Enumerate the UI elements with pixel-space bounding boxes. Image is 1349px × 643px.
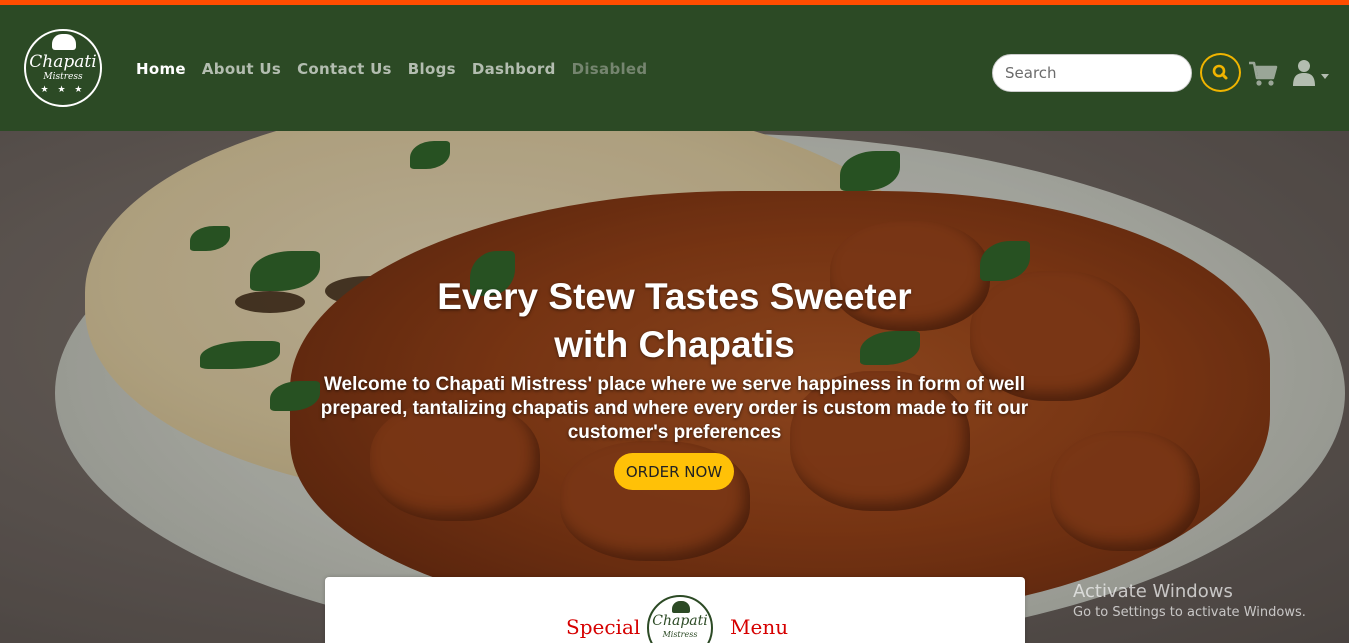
- hero-title-line-1: Every Stew Tastes Sweeter: [437, 276, 912, 317]
- nav-home[interactable]: Home: [136, 60, 186, 78]
- nav-blogs[interactable]: Blogs: [408, 60, 456, 78]
- special-logo-brand: Chapati: [652, 613, 708, 629]
- nav-about-us[interactable]: About Us: [202, 60, 281, 78]
- chef-hat-icon: [672, 601, 690, 613]
- special-menu-logo: Chapati Mistress: [647, 595, 713, 643]
- activate-windows-watermark: Activate Windows Go to Settings to activ…: [1073, 581, 1306, 620]
- nav-disabled: Disabled: [571, 60, 648, 78]
- navbar: Chapati Mistress ★ ★ ★ Home About Us Con…: [0, 5, 1349, 131]
- search-button[interactable]: [1200, 53, 1241, 92]
- search-input[interactable]: [992, 54, 1192, 92]
- hero-title: Every Stew Tastes Sweeter with Chapatis: [0, 273, 1349, 369]
- special-menu-card: Special Chapati Mistress Menu: [325, 577, 1025, 643]
- nav-dashboard[interactable]: Dashbord: [472, 60, 556, 78]
- hero-description: Welcome to Chapati Mistress' place where…: [320, 374, 1029, 443]
- logo-brand-name: Chapati: [29, 52, 97, 72]
- search-icon: [1212, 64, 1228, 80]
- logo-stars: ★ ★ ★: [40, 85, 86, 95]
- chef-hat-icon: [52, 34, 76, 50]
- watermark-line-2: Go to Settings to activate Windows.: [1073, 605, 1306, 620]
- special-menu-heading-right: Menu: [730, 615, 789, 639]
- hero-title-line-2: with Chapatis: [554, 324, 795, 365]
- nav-links: Home About Us Contact Us Blogs Dashbord …: [136, 60, 647, 78]
- nav-contact-us[interactable]: Contact Us: [297, 60, 392, 78]
- order-now-button[interactable]: ORDER NOW: [614, 453, 734, 490]
- logo-tagline: Mistress: [43, 72, 83, 82]
- special-menu-heading-left: Special: [566, 615, 641, 639]
- shopping-cart-icon[interactable]: [1248, 61, 1278, 87]
- watermark-line-1: Activate Windows: [1073, 581, 1233, 602]
- brand-logo[interactable]: Chapati Mistress ★ ★ ★: [24, 29, 102, 107]
- user-menu-icon[interactable]: [1292, 59, 1330, 87]
- special-logo-tagline: Mistress: [662, 630, 698, 639]
